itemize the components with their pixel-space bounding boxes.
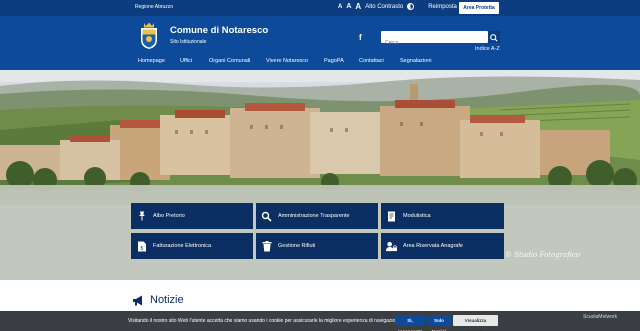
contrast-button[interactable]: Alto Contrasto (365, 4, 403, 10)
tile-label: Modulistica (403, 213, 431, 219)
cookie-accept-button[interactable]: Sì, acconsento (395, 315, 425, 331)
megaphone-icon (133, 295, 142, 305)
site-header: Comune di Notaresco Sito Istituzionale f… (0, 16, 640, 70)
brand-badge: ScuolaMetwork (583, 314, 618, 320)
search-icon (490, 34, 498, 42)
font-small-button[interactable]: A (338, 4, 342, 10)
news-section-title: Notizie (132, 294, 184, 306)
tile-amministrazione-trasparente[interactable]: Amministrazione Trasparente (256, 203, 378, 229)
cookie-message: Visitando il nostro sito Web l'utente ac… (128, 318, 403, 324)
tile-gestione-rifiuti[interactable]: Gestione Rifiuti (256, 233, 378, 259)
accessibility-tools: A A A Alto Contrasto Reimposta ↺ (338, 2, 467, 11)
search-input[interactable] (381, 37, 488, 49)
site-title[interactable]: Comune di Notaresco (170, 25, 268, 36)
pin-icon (136, 211, 147, 222)
font-medium-button[interactable]: A (346, 3, 351, 10)
top-bar: Regione Abruzzo A A A Alto Contrasto Rei… (0, 0, 640, 16)
invoice-icon: $ (136, 241, 147, 252)
cookie-banner: Visitando il nostro sito Web l'utente ac… (0, 311, 640, 331)
nav-item-contattaci[interactable]: Contattaci (359, 58, 384, 64)
contrast-icon[interactable] (407, 3, 415, 10)
site-subtitle: Sito Istituzionale (170, 39, 207, 45)
region-link[interactable]: Regione Abruzzo (135, 4, 173, 10)
search-field[interactable] (381, 31, 488, 49)
tile-fatturazione-elettronica[interactable]: $ Fatturazione Elettronica (131, 233, 253, 259)
tile-label: Fatturazione Elettronica (153, 243, 212, 249)
cookie-technical-only-button[interactable]: Solo tecnici (427, 315, 451, 331)
news-title: Notizie (150, 294, 184, 306)
photo-watermark: © Studio Fotografico (505, 251, 581, 259)
crest-logo[interactable] (138, 22, 160, 50)
index-az-link[interactable]: Indice A-Z (475, 46, 500, 52)
document-edit-icon (386, 211, 397, 222)
user-lock-icon (386, 241, 397, 252)
tile-albo-pretorio[interactable]: Albo Pretorio (131, 203, 253, 229)
search-button[interactable] (488, 31, 500, 43)
reset-button[interactable]: Reimposta (428, 4, 457, 10)
svg-text:$: $ (140, 245, 143, 251)
area-protetta-button[interactable]: Area Protetta (459, 2, 499, 14)
facebook-icon[interactable]: f (359, 33, 362, 42)
tile-label: Albo Pretorio (153, 213, 185, 219)
tile-label: Area Riservata Anagrafe (403, 243, 463, 249)
tile-modulistica[interactable]: Modulistica (381, 203, 504, 229)
search-icon (261, 211, 272, 222)
nav-item-uffici[interactable]: Uffici (180, 58, 192, 64)
nav-item-segnalazioni[interactable]: Segnalazioni (400, 58, 432, 64)
nav-item-homepage[interactable]: Homepage (138, 58, 165, 64)
nav-item-vivere-notaresco[interactable]: Vivere Notaresco (266, 58, 308, 64)
font-large-button[interactable]: A (355, 2, 361, 11)
cookie-info-button[interactable]: Visualizza informative (453, 315, 498, 331)
tile-label: Amministrazione Trasparente (278, 213, 350, 219)
tile-area-riservata-anagrafe[interactable]: Area Riservata Anagrafe (381, 233, 504, 259)
tile-label: Gestione Rifiuti (278, 243, 316, 249)
main-nav: Homepage Uffici Organi Comunali Vivere N… (0, 54, 640, 70)
trash-icon (261, 240, 272, 252)
nav-item-organi-comunali[interactable]: Organi Comunali (209, 58, 250, 64)
nav-item-pagopa[interactable]: PagoPA (324, 58, 344, 64)
